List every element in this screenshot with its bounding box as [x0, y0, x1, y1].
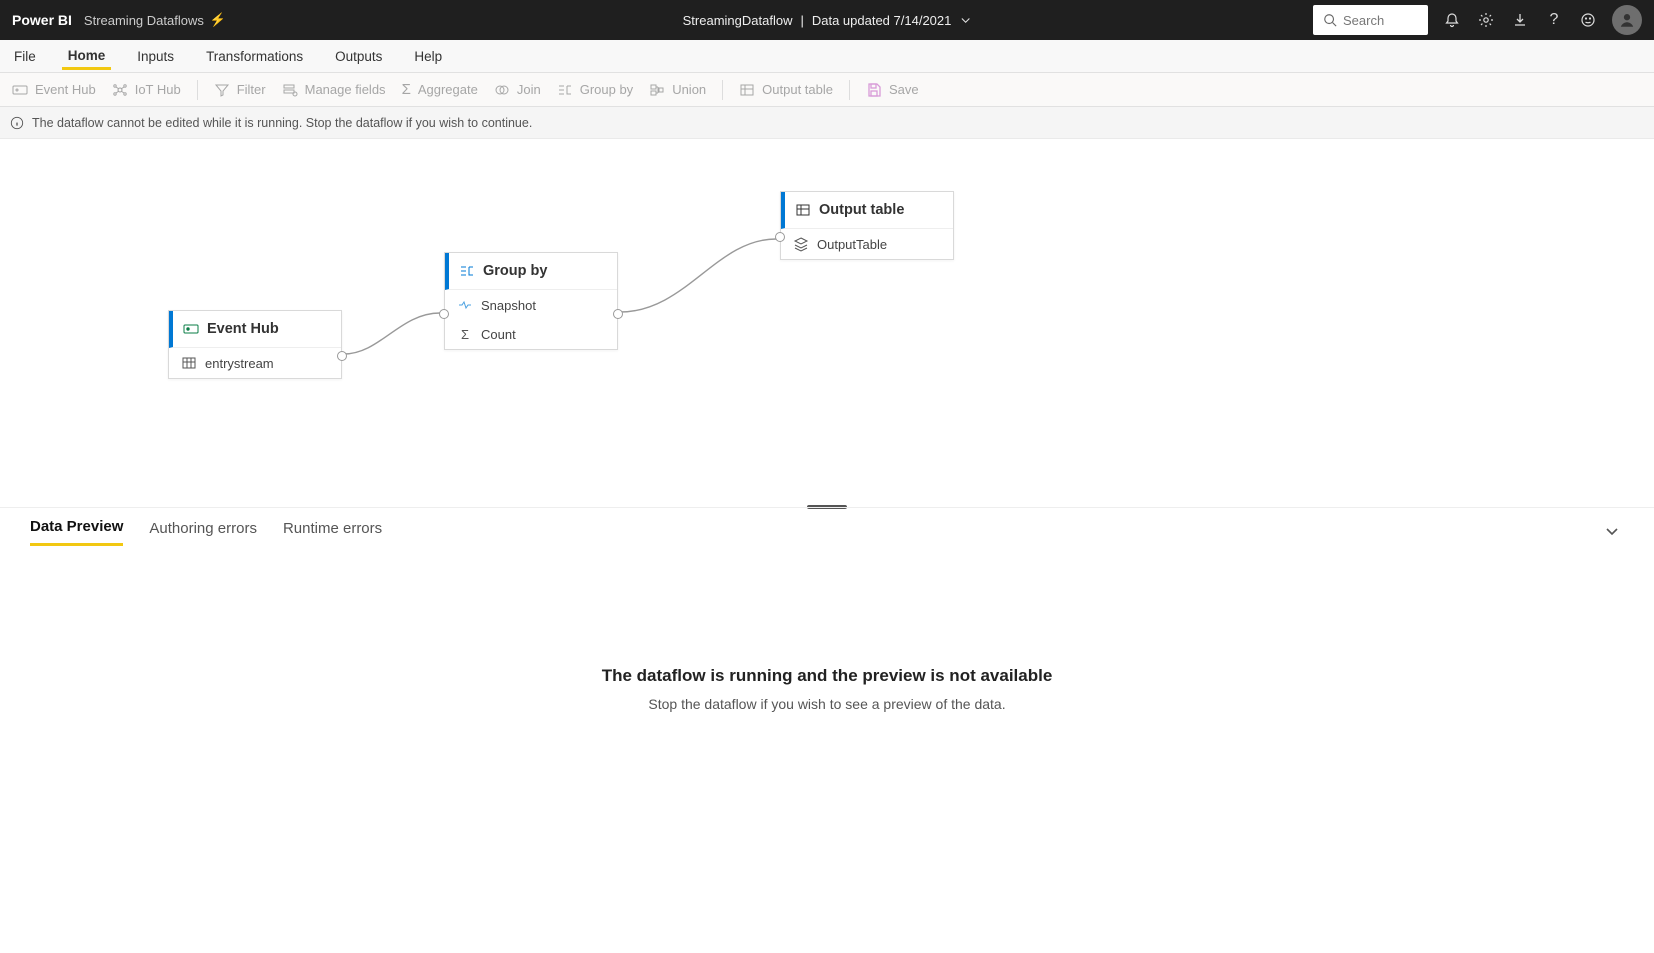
collapse-panel-button[interactable] — [1604, 523, 1620, 542]
chevron-down-icon — [1604, 523, 1620, 539]
edge-1 — [340, 289, 450, 359]
subtitle-text: Streaming Dataflows — [84, 13, 204, 28]
preview-tabs: Data Preview Authoring errors Runtime er… — [0, 507, 1654, 546]
node-title: Group by — [483, 263, 547, 279]
app-brand: Power BI — [12, 12, 72, 28]
info-message: The dataflow cannot be edited while it i… — [32, 116, 532, 130]
tab-data-preview[interactable]: Data Preview — [30, 518, 123, 546]
ribbon-toolbar: Event Hub IoT Hub Filter Manage fields Σ… — [0, 73, 1654, 107]
dataflow-canvas[interactable]: Event Hub entrystream Group by Snapshot … — [0, 139, 1654, 507]
node-title: Output table — [819, 202, 904, 218]
table-icon — [181, 355, 197, 371]
dataflow-name: StreamingDataflow — [683, 13, 793, 28]
node-row-label: Snapshot — [481, 298, 536, 313]
event-hub-icon — [12, 82, 28, 98]
tool-output-table[interactable]: Output table — [739, 82, 833, 98]
gear-icon — [1478, 12, 1494, 28]
tool-manage-fields[interactable]: Manage fields — [282, 82, 386, 98]
question-icon: ? — [1550, 11, 1559, 29]
lightning-icon: ⚡ — [210, 12, 226, 28]
output-table-icon — [739, 82, 755, 98]
group-by-icon — [459, 263, 475, 279]
tool-join[interactable]: Join — [494, 82, 541, 98]
sigma-icon: Σ — [457, 327, 473, 342]
node-output-table[interactable]: Output table OutputTable — [780, 191, 954, 260]
chevron-down-icon — [959, 14, 971, 26]
info-bar: The dataflow cannot be edited while it i… — [0, 107, 1654, 139]
output-port[interactable] — [613, 309, 623, 319]
preview-subtitle: Stop the dataflow if you wish to see a p… — [0, 696, 1654, 712]
input-port[interactable] — [439, 309, 449, 319]
menubar: File Home Inputs Transformations Outputs… — [0, 40, 1654, 73]
tool-filter[interactable]: Filter — [214, 82, 266, 98]
node-title: Event Hub — [207, 321, 279, 337]
tool-iot-hub[interactable]: IoT Hub — [112, 82, 181, 98]
tool-event-hub[interactable]: Event Hub — [12, 82, 96, 98]
group-by-icon — [557, 82, 573, 98]
sigma-icon: Σ — [402, 81, 411, 98]
node-group-by[interactable]: Group by Snapshot Σ Count — [444, 252, 618, 350]
menu-home[interactable]: Home — [62, 42, 112, 70]
user-avatar[interactable] — [1612, 5, 1642, 35]
save-icon — [866, 82, 882, 98]
settings-button[interactable] — [1476, 10, 1496, 30]
output-table-icon — [795, 202, 811, 218]
tab-runtime-errors[interactable]: Runtime errors — [283, 520, 382, 545]
bell-icon — [1444, 12, 1460, 28]
tool-group-by[interactable]: Group by — [557, 82, 633, 98]
feedback-button[interactable] — [1578, 10, 1598, 30]
menu-inputs[interactable]: Inputs — [131, 43, 180, 70]
node-event-hub[interactable]: Event Hub entrystream — [168, 310, 342, 379]
tab-authoring-errors[interactable]: Authoring errors — [149, 520, 257, 545]
menu-help[interactable]: Help — [408, 43, 448, 70]
menu-transformations[interactable]: Transformations — [200, 43, 309, 70]
data-updated-label: Data updated 7/14/2021 — [812, 13, 952, 28]
union-icon — [649, 82, 665, 98]
manage-fields-icon — [282, 82, 298, 98]
notifications-button[interactable] — [1442, 10, 1462, 30]
edge-2 — [616, 229, 786, 319]
header-bar: Power BI Streaming Dataflows ⚡ Streaming… — [0, 0, 1654, 40]
node-row-label: OutputTable — [817, 237, 887, 252]
event-hub-icon — [183, 321, 199, 337]
help-button[interactable]: ? — [1544, 10, 1564, 30]
tool-save[interactable]: Save — [866, 82, 919, 98]
filter-icon — [214, 82, 230, 98]
iot-hub-icon — [112, 82, 128, 98]
info-icon — [10, 116, 24, 130]
header-center[interactable]: StreamingDataflow | Data updated 7/14/20… — [683, 13, 972, 28]
input-port[interactable] — [775, 232, 785, 242]
search-input[interactable]: Search — [1313, 5, 1428, 35]
snapshot-icon — [457, 297, 473, 313]
join-icon — [494, 82, 510, 98]
search-icon — [1323, 13, 1337, 27]
download-icon — [1512, 12, 1528, 28]
header-right: Search ? — [1313, 5, 1642, 35]
preview-title: The dataflow is running and the preview … — [0, 666, 1654, 686]
output-port[interactable] — [337, 351, 347, 361]
person-icon — [1618, 11, 1636, 29]
app-subtitle: Streaming Dataflows ⚡ — [84, 12, 226, 28]
layers-icon — [793, 236, 809, 252]
menu-outputs[interactable]: Outputs — [329, 43, 388, 70]
node-row-label: entrystream — [205, 356, 274, 371]
node-row-label: Count — [481, 327, 516, 342]
menu-file[interactable]: File — [8, 43, 42, 70]
preview-panel: The dataflow is running and the preview … — [0, 546, 1654, 712]
tool-aggregate[interactable]: Σ Aggregate — [402, 81, 478, 98]
smiley-icon — [1580, 12, 1596, 28]
tool-union[interactable]: Union — [649, 82, 706, 98]
search-placeholder: Search — [1343, 13, 1384, 28]
download-button[interactable] — [1510, 10, 1530, 30]
